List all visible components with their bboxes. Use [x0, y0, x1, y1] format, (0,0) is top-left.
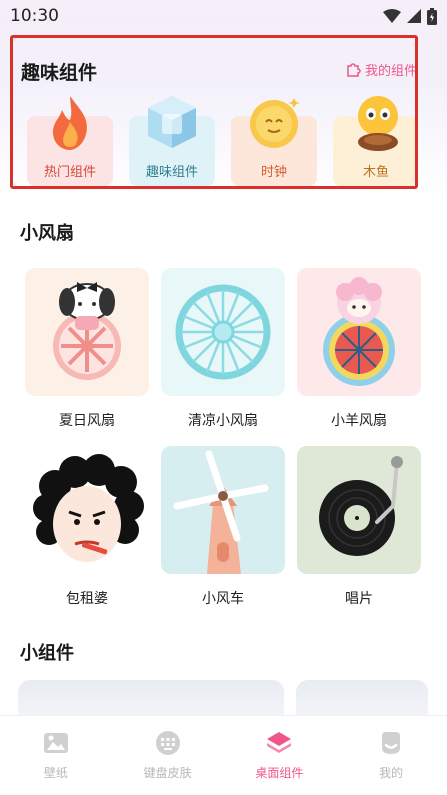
bottom-nav: 壁纸 键盘皮肤 桌面组件 我的	[0, 715, 447, 795]
nav-label: 键盘皮肤	[143, 766, 192, 780]
fun-card-fun[interactable]: 趣味组件	[129, 96, 215, 186]
fun-widgets-title: 趣味组件	[21, 62, 98, 84]
cool-fan-icon	[175, 284, 271, 380]
fan-tile[interactable]: 小羊风扇	[297, 268, 421, 430]
sheep-fan-icon	[323, 277, 395, 386]
fun-card-fish[interactable]: 木鱼	[333, 96, 415, 186]
fan-thumbnail	[161, 268, 285, 396]
wifi-icon	[383, 9, 401, 23]
smiley-icon	[382, 732, 401, 754]
status-time: 10:30	[10, 6, 59, 26]
puzzle-icon	[347, 62, 361, 77]
fan-thumbnail	[25, 268, 149, 396]
fan-label: 唱片	[345, 591, 373, 607]
status-bar: 10:30	[0, 0, 447, 32]
fun-card-label: 木鱼	[362, 165, 389, 180]
layers-icon	[267, 732, 292, 753]
wooden-fish-icon	[358, 96, 398, 151]
fans-grid: 夏日风扇 清凉小风扇 小羊风扇 包租婆 小风车 唱片	[25, 268, 421, 608]
fan-tile[interactable]: 包租婆	[25, 446, 149, 608]
nav-item-keyboard[interactable]: 键盘皮肤	[118, 730, 218, 781]
fan-tile[interactable]: 清凉小风扇	[161, 268, 285, 430]
small-widgets-row	[18, 680, 438, 720]
nav-label: 桌面组件	[255, 766, 304, 780]
keyboard-icon	[155, 731, 180, 755]
flame-icon	[53, 96, 87, 150]
fan-thumbnail	[161, 446, 285, 574]
nav-label: 壁纸	[43, 766, 68, 780]
fun-card-label: 趣味组件	[145, 165, 198, 180]
windmill-icon	[173, 450, 269, 574]
fan-tile[interactable]: 夏日风扇	[25, 268, 149, 430]
signal-icon	[407, 9, 421, 23]
small-widgets-section-title: 小组件	[20, 643, 74, 664]
battery-icon	[427, 7, 437, 25]
fun-card-clock[interactable]: 时钟	[231, 98, 317, 186]
cube-icon	[148, 96, 196, 148]
fun-widgets-row: 热门组件 趣味组件 时钟 木鱼	[27, 96, 415, 186]
fun-widgets-section: 趣味组件 我的组件 热门组件 趣味组件 时钟 木鱼	[10, 35, 418, 189]
fans-section-title: 小风扇	[20, 223, 74, 244]
fan-label: 小风车	[202, 591, 244, 607]
nav-item-wallpaper[interactable]: 壁纸	[6, 730, 106, 781]
small-widget-card[interactable]	[296, 680, 428, 720]
fan-tile[interactable]: 小风车	[161, 446, 285, 608]
my-widgets-label: 我的组件	[364, 64, 417, 79]
status-icons	[383, 7, 437, 25]
my-widgets-link[interactable]: 我的组件	[345, 60, 417, 79]
fan-thumbnail	[297, 268, 421, 396]
fan-thumbnail	[25, 446, 149, 574]
nav-label: 我的	[379, 766, 404, 780]
record-player-icon	[319, 456, 403, 556]
fun-card-label: 热门组件	[43, 165, 96, 180]
landlady-icon	[33, 454, 144, 562]
wallpaper-icon	[43, 733, 68, 753]
fan-tile[interactable]: 唱片	[297, 446, 421, 608]
fun-card-label: 时钟	[260, 165, 287, 180]
small-widget-card[interactable]	[18, 680, 284, 720]
summer-fan-icon	[53, 282, 121, 380]
fan-thumbnail	[297, 446, 421, 574]
clock-face-icon	[250, 98, 300, 148]
nav-item-mine[interactable]: 我的	[341, 730, 441, 781]
fan-label: 小羊风扇	[331, 413, 387, 429]
fan-label: 夏日风扇	[59, 413, 115, 429]
nav-item-desktop-widgets[interactable]: 桌面组件	[229, 730, 329, 781]
fan-label: 包租婆	[66, 591, 108, 607]
fan-label: 清凉小风扇	[188, 413, 258, 429]
fun-card-hot[interactable]: 热门组件	[27, 96, 113, 186]
